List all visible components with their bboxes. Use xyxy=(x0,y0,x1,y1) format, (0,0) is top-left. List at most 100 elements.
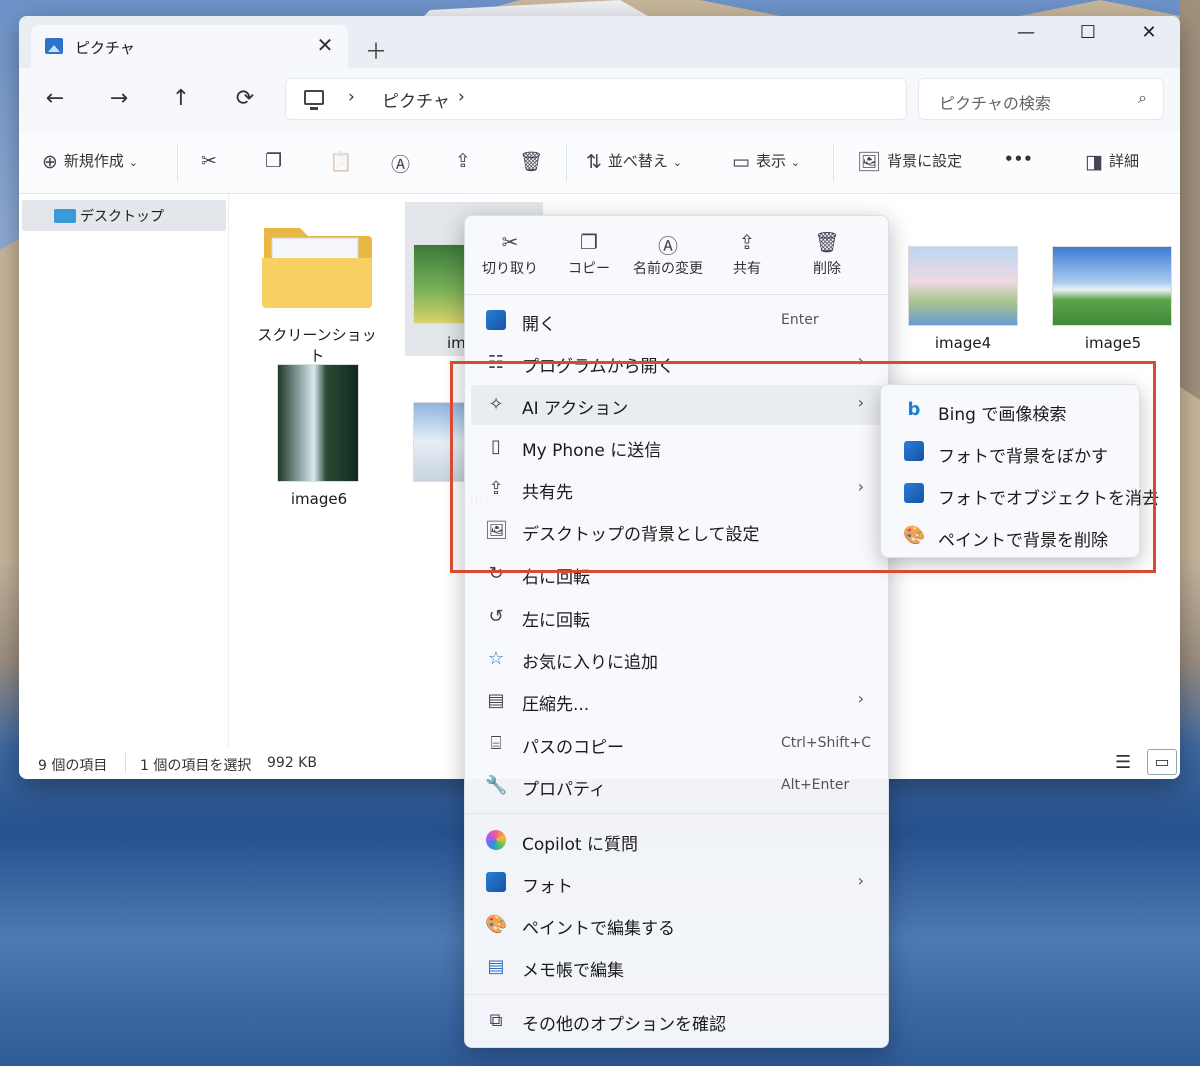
star-icon: ☆ xyxy=(487,648,505,669)
file-name: スクリーンショット xyxy=(257,326,377,365)
tab-pictures[interactable]: ピクチャ ✕ xyxy=(31,25,348,68)
breadcrumb-location[interactable]: ピクチャ xyxy=(382,87,450,112)
desktop-icon xyxy=(54,209,76,223)
trash-icon: 🗑 xyxy=(519,151,544,173)
new-tab-button[interactable]: ＋ xyxy=(365,34,387,66)
refresh-button[interactable]: ⟳ xyxy=(230,86,260,111)
navigation-pane: デスクトップ xyxy=(19,194,229,747)
divider xyxy=(125,753,126,773)
maximize-button[interactable]: ☐ xyxy=(1068,22,1108,43)
rename-icon: Ⓐ xyxy=(391,154,411,176)
set-background-button[interactable]: 🖼 背景に設定 xyxy=(857,150,962,173)
breadcrumb-separator[interactable]: › xyxy=(348,87,355,107)
tab-bar: ピクチャ ✕ ＋ — ☐ ✕ xyxy=(19,16,1180,68)
sidebar-item-desktop[interactable]: デスクトップ xyxy=(22,200,226,231)
close-tab-icon[interactable]: ✕ xyxy=(312,33,338,57)
path-icon: ⌸ xyxy=(490,733,502,754)
list-view-icon[interactable]: ☰ xyxy=(1115,752,1131,773)
search-box[interactable]: ピクチャの検索 ⌕ xyxy=(918,78,1164,120)
cut-button[interactable]: ✂ xyxy=(201,150,223,172)
file-name: im xyxy=(447,334,466,352)
thumbnail-view-icon[interactable]: ▭ xyxy=(1147,749,1177,775)
file-name: image4 xyxy=(934,334,992,352)
this-pc-icon[interactable] xyxy=(304,90,324,110)
details-label: 詳細 xyxy=(1108,152,1139,170)
quick-action-share[interactable]: ⇪ 共有 xyxy=(707,230,787,278)
navigation-bar: ← → ↑ ⟳ › ピクチャ › ピクチャの検索 ⌕ xyxy=(19,68,1180,132)
minimize-button[interactable]: — xyxy=(1006,22,1046,43)
menu-item-label: Copilot に質問 xyxy=(522,835,638,855)
menu-item-open[interactable]: 開く Enter xyxy=(471,301,882,341)
wrench-icon: 🔧 xyxy=(485,775,508,796)
expand-icon: ⧉ xyxy=(489,1010,503,1031)
notepad-icon: ▤ xyxy=(487,956,505,977)
quick-action-rename[interactable]: Ⓐ 名前の変更 xyxy=(628,230,708,278)
menu-item-copy-path[interactable]: ⌸ パスのコピー Ctrl+Shift+C xyxy=(471,724,882,764)
menu-item-edit-paint[interactable]: 🎨 ペイントで編集する xyxy=(471,905,882,945)
menu-item-edit-notepad[interactable]: ▤ メモ帳で編集 xyxy=(471,947,882,987)
menu-item-label: お気に入りに追加 xyxy=(522,653,658,673)
shortcut-label: Ctrl+Shift+C xyxy=(781,735,871,751)
menu-item-label: 開く xyxy=(522,315,556,335)
new-button[interactable]: ⊕ 新規作成 ⌄ xyxy=(42,150,138,173)
file-item-image6[interactable]: image6 xyxy=(274,490,364,508)
menu-item-properties[interactable]: 🔧 プロパティ Alt+Enter xyxy=(471,766,882,806)
menu-item-label: プロパティ xyxy=(522,780,606,800)
file-item-image5[interactable]: image5 xyxy=(1050,334,1176,352)
context-menu: ✂ 切り取り ❐ コピー Ⓐ 名前の変更 ⇪ 共有 🗑 削除 開く Enter ☷ プログラム… xyxy=(464,215,889,1048)
more-options-button[interactable]: ••• xyxy=(1004,150,1033,168)
search-input[interactable]: ピクチャの検索 xyxy=(939,90,1051,114)
sort-button[interactable]: ⇅ 並べ替え ⌄ xyxy=(586,150,682,173)
image-thumbnail xyxy=(1052,246,1172,326)
details-button[interactable]: ◨ 詳細 xyxy=(1085,150,1139,173)
scissors-icon: ✂ xyxy=(501,230,519,254)
scissors-icon: ✂ xyxy=(201,150,217,172)
forward-button[interactable]: → xyxy=(104,86,134,111)
quick-action-cut[interactable]: ✂ 切り取り xyxy=(470,230,550,278)
view-button[interactable]: ▭ 表示 ⌄ xyxy=(732,150,800,173)
menu-item-more-options[interactable]: ⧉ その他のオプションを確認 xyxy=(471,1001,882,1041)
menu-item-copilot[interactable]: Copilot に質問 xyxy=(471,821,882,861)
chevron-right-icon: › xyxy=(857,871,864,890)
delete-button[interactable]: 🗑 xyxy=(519,150,549,173)
file-item-image4[interactable]: image4 xyxy=(900,334,1026,352)
copy-button[interactable]: ❐ xyxy=(265,150,288,172)
address-bar[interactable]: › ピクチャ › xyxy=(285,78,907,120)
quick-action-label: 削除 xyxy=(813,261,841,277)
back-button[interactable]: ← xyxy=(40,86,70,111)
photos-icon xyxy=(485,872,507,894)
paste-button[interactable]: 📋 xyxy=(329,150,359,173)
chevron-down-icon: ⌄ xyxy=(790,156,800,169)
quick-action-copy[interactable]: ❐ コピー xyxy=(549,230,629,278)
quick-action-delete[interactable]: 🗑 削除 xyxy=(787,230,867,278)
image-thumbnail xyxy=(277,364,359,482)
divider xyxy=(833,144,834,182)
rename-icon: Ⓐ xyxy=(658,234,678,258)
folder-icon xyxy=(262,228,372,308)
file-name: image6 xyxy=(290,490,348,508)
close-window-button[interactable]: ✕ xyxy=(1129,22,1169,43)
shortcut-label: Alt+Enter xyxy=(781,777,850,793)
details-pane-icon: ◨ xyxy=(1085,151,1103,173)
menu-item-compress[interactable]: ▤ 圧縮先... › xyxy=(471,681,882,721)
menu-item-rotate-left[interactable]: ↺ 左に回転 xyxy=(471,597,882,637)
divider xyxy=(465,294,888,295)
chevron-right-icon: › xyxy=(857,689,864,708)
menu-item-add-favorites[interactable]: ☆ お気に入りに追加 xyxy=(471,639,882,679)
divider xyxy=(465,994,888,995)
breadcrumb-separator[interactable]: › xyxy=(458,87,465,107)
file-item-screenshots[interactable]: スクリーンショット xyxy=(257,218,377,365)
wallpaper-icon: 🖼 xyxy=(857,151,882,173)
share-button[interactable]: ⇪ xyxy=(455,150,477,172)
item-count: 9 個の項目 xyxy=(38,758,108,774)
menu-item-photos[interactable]: フォト › xyxy=(471,863,882,903)
up-button[interactable]: ↑ xyxy=(166,86,196,111)
rotate-left-icon: ↺ xyxy=(488,606,504,627)
rename-button[interactable]: Ⓐ xyxy=(391,150,416,177)
quick-action-label: 共有 xyxy=(733,261,761,277)
view-label: 表示 xyxy=(755,152,786,170)
zip-icon: ▤ xyxy=(487,690,505,711)
quick-action-label: 名前の変更 xyxy=(633,261,703,277)
set-background-label: 背景に設定 xyxy=(887,152,963,170)
image-thumbnail xyxy=(413,244,467,324)
